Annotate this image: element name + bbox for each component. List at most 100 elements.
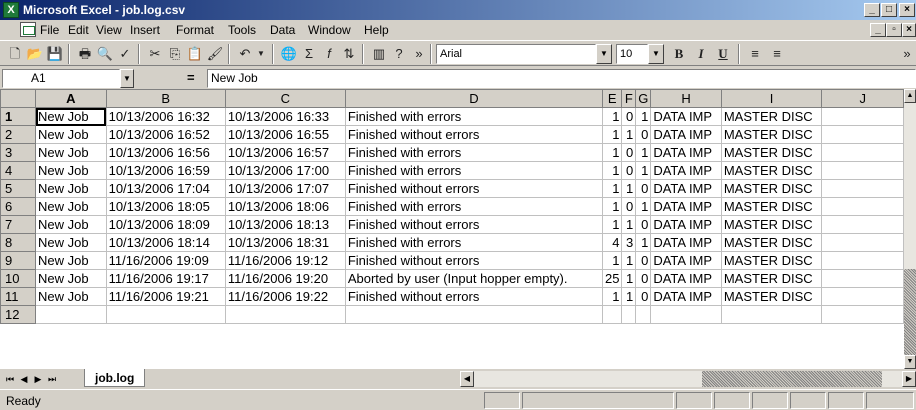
cell-h9[interactable]: DATA IMP — [650, 251, 722, 270]
cell-f9[interactable]: 1 — [621, 251, 637, 270]
cell-e2[interactable]: 1 — [601, 125, 623, 144]
cell-c10[interactable]: 11/16/2006 19:20 — [224, 269, 346, 288]
column-header-e[interactable]: E — [601, 89, 623, 108]
cell-b5[interactable]: 10/13/2006 17:04 — [105, 179, 226, 198]
align-left-icon[interactable]: ≡ — [746, 45, 764, 63]
cell-g8[interactable]: 1 — [635, 233, 652, 252]
scroll-down-button[interactable]: ▼ — [904, 355, 916, 369]
cell-g10[interactable]: 0 — [635, 269, 652, 288]
cell-d1[interactable]: Finished with errors — [344, 107, 604, 126]
cell-h6[interactable]: DATA IMP — [650, 197, 722, 216]
scroll-right-button[interactable]: ▶ — [902, 371, 916, 387]
cell-e5[interactable]: 1 — [601, 179, 623, 198]
cell-g11[interactable]: 0 — [635, 287, 652, 306]
cell-b6[interactable]: 10/13/2006 18:05 — [105, 197, 226, 216]
cell-e3[interactable]: 1 — [601, 143, 623, 162]
more-buttons-icon[interactable]: » — [410, 45, 428, 63]
menu-view[interactable]: View — [96, 23, 122, 37]
row-header[interactable]: 8 — [0, 233, 37, 252]
column-header-f[interactable]: F — [621, 89, 637, 108]
cell-d3[interactable]: Finished with errors — [344, 143, 604, 162]
cell-b12[interactable] — [105, 305, 226, 324]
cell-h11[interactable]: DATA IMP — [650, 287, 722, 306]
cell-b7[interactable]: 10/13/2006 18:09 — [105, 215, 226, 234]
font-size-dropdown[interactable]: ▼ — [648, 44, 664, 64]
row-header[interactable]: 1 — [0, 107, 37, 126]
spelling-icon[interactable]: ✓ — [116, 45, 134, 63]
print-preview-icon[interactable]: 🔍 — [96, 45, 114, 63]
cell-e12[interactable] — [601, 305, 623, 324]
cell-i10[interactable]: MASTER DISC — [720, 269, 823, 288]
underline-icon[interactable]: U — [714, 45, 732, 63]
minimize-button[interactable]: _ — [864, 3, 880, 17]
cell-f7[interactable]: 1 — [621, 215, 637, 234]
cell-c7[interactable]: 10/13/2006 18:13 — [224, 215, 346, 234]
menu-edit[interactable]: Edit — [68, 23, 89, 37]
cell-f11[interactable]: 1 — [621, 287, 637, 306]
column-header-a[interactable]: A — [35, 89, 107, 108]
cell-d10[interactable]: Aborted by user (Input hopper empty). — [344, 269, 604, 288]
cell-h3[interactable]: DATA IMP — [650, 143, 722, 162]
bold-icon[interactable]: B — [670, 45, 688, 63]
save-icon[interactable]: 💾 — [46, 45, 64, 63]
vertical-scrollbar[interactable]: ▲ ▼ — [904, 89, 916, 369]
cell-d5[interactable]: Finished without errors — [344, 179, 604, 198]
cell-c4[interactable]: 10/13/2006 17:00 — [224, 161, 346, 180]
close-button[interactable]: × — [899, 3, 915, 17]
cell-d8[interactable]: Finished with errors — [344, 233, 604, 252]
new-icon[interactable]: 🗋 — [6, 45, 24, 63]
chart-wizard-icon[interactable]: ▥ — [370, 45, 388, 63]
paste-icon[interactable]: 📋 — [186, 45, 204, 63]
cell-h4[interactable]: DATA IMP — [650, 161, 722, 180]
undo-dropdown-icon[interactable]: ▼ — [252, 45, 270, 63]
cell-e8[interactable]: 4 — [601, 233, 623, 252]
cell-b11[interactable]: 11/16/2006 19:21 — [105, 287, 226, 306]
cell-f4[interactable]: 0 — [621, 161, 637, 180]
cell-f8[interactable]: 3 — [621, 233, 637, 252]
cell-j2[interactable] — [821, 125, 904, 144]
row-header[interactable]: 6 — [0, 197, 37, 216]
print-icon[interactable]: 🖶 — [76, 45, 94, 63]
cell-e11[interactable]: 1 — [601, 287, 623, 306]
row-header[interactable]: 5 — [0, 179, 37, 198]
column-header-g[interactable]: G — [635, 89, 652, 108]
cell-j8[interactable] — [821, 233, 904, 252]
cell-a3[interactable]: New Job — [35, 143, 107, 162]
row-header[interactable]: 9 — [0, 251, 37, 270]
center-icon[interactable]: ≡ — [768, 45, 786, 63]
menu-data[interactable]: Data — [270, 23, 295, 37]
function-icon[interactable]: f — [320, 45, 338, 63]
row-header[interactable]: 10 — [0, 269, 37, 288]
cell-d12[interactable] — [344, 305, 604, 324]
cell-h7[interactable]: DATA IMP — [650, 215, 722, 234]
doc-close-button[interactable]: × — [902, 23, 916, 37]
sheet-tab-job-log[interactable]: job.log — [84, 369, 146, 387]
cell-i6[interactable]: MASTER DISC — [720, 197, 823, 216]
cell-a1[interactable]: New Job — [35, 107, 107, 126]
help-icon[interactable]: ? — [390, 45, 408, 63]
cell-h2[interactable]: DATA IMP — [650, 125, 722, 144]
hyperlink-icon[interactable]: 🌐 — [280, 45, 298, 63]
cell-f2[interactable]: 1 — [621, 125, 637, 144]
cell-f10[interactable]: 1 — [621, 269, 637, 288]
cell-i12[interactable] — [720, 305, 823, 324]
cell-b1[interactable]: 10/13/2006 16:32 — [105, 107, 226, 126]
menu-insert[interactable]: Insert — [130, 23, 160, 37]
cell-a8[interactable]: New Job — [35, 233, 107, 252]
column-header-c[interactable]: C — [224, 89, 346, 108]
cell-a6[interactable]: New Job — [35, 197, 107, 216]
cell-g6[interactable]: 1 — [635, 197, 652, 216]
font-name-box[interactable]: Arial — [436, 44, 596, 64]
cell-i1[interactable]: MASTER DISC — [720, 107, 823, 126]
doc-restore-button[interactable]: ▫ — [886, 23, 902, 37]
next-sheet-icon[interactable]: ▶ — [32, 372, 44, 386]
copy-icon[interactable]: ⎘ — [166, 45, 184, 63]
cell-a11[interactable]: New Job — [35, 287, 107, 306]
cell-a4[interactable]: New Job — [35, 161, 107, 180]
cell-d11[interactable]: Finished without errors — [344, 287, 604, 306]
horizontal-scrollbar[interactable]: ◀ ▶ — [460, 371, 916, 387]
cell-i2[interactable]: MASTER DISC — [720, 125, 823, 144]
row-header[interactable]: 11 — [0, 287, 37, 306]
cell-g1[interactable]: 1 — [635, 107, 652, 126]
row-header[interactable]: 7 — [0, 215, 37, 234]
